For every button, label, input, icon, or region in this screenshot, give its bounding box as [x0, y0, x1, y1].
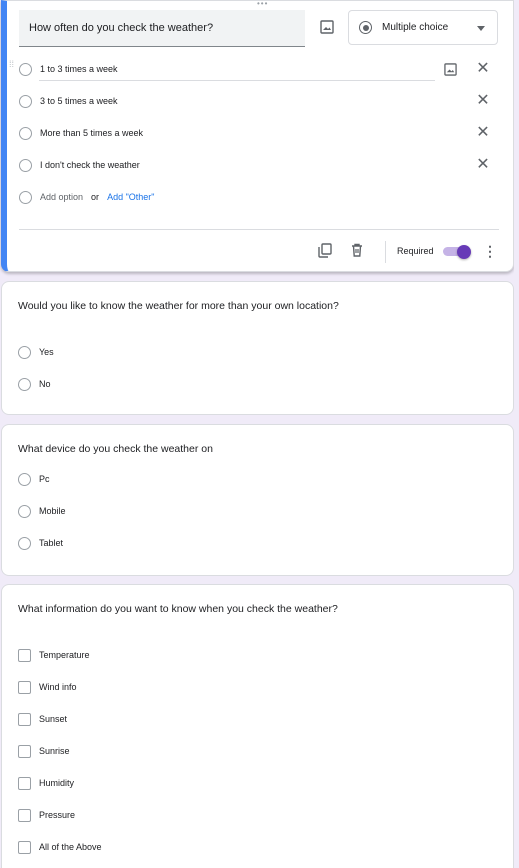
- question-type-label: Multiple choice: [382, 22, 449, 33]
- choice-row[interactable]: Yes: [18, 345, 54, 359]
- choice-label: Pc: [39, 474, 50, 484]
- option-image-icon[interactable]: [440, 59, 460, 79]
- choice-label: Tablet: [39, 538, 64, 548]
- add-option-row[interactable]: Add option or Add "Other": [19, 187, 154, 207]
- radio-icon: [19, 62, 32, 76]
- add-other-link[interactable]: Add "Other": [107, 192, 154, 202]
- duplicate-icon[interactable]: [315, 240, 335, 260]
- radio-icon: [19, 126, 32, 140]
- option-row[interactable]: 1 to 3 times a week: [19, 59, 118, 79]
- choice-row[interactable]: Wind info: [18, 680, 77, 694]
- choice-row[interactable]: Tablet: [18, 536, 63, 550]
- choice-row[interactable]: Sunset: [18, 712, 67, 726]
- radio-icon[interactable]: [18, 504, 31, 518]
- radio-icon[interactable]: [18, 536, 31, 550]
- choice-label: Sunset: [39, 714, 68, 724]
- radio-icon: [19, 94, 32, 108]
- footer-vertical-divider: [385, 241, 386, 263]
- choice-row[interactable]: Pressure: [18, 808, 75, 822]
- radio-icon[interactable]: [18, 472, 31, 486]
- choice-row[interactable]: No: [18, 377, 51, 391]
- footer-divider: [19, 229, 499, 230]
- choice-label: Wind info: [39, 682, 77, 692]
- question-title: Would you like to know the weather for m…: [18, 300, 339, 312]
- required-label: Required: [397, 246, 434, 256]
- radio-icon: [19, 190, 32, 204]
- option-row[interactable]: I don't check the weather: [19, 155, 140, 175]
- checkbox-icon[interactable]: [18, 776, 31, 790]
- question-title-input[interactable]: How often do you check the weather?: [19, 10, 305, 47]
- radio-icon[interactable]: [18, 345, 31, 359]
- drag-dots-icon[interactable]: •••: [257, 0, 271, 8]
- choice-label: No: [39, 379, 51, 389]
- choice-label: Sunrise: [39, 746, 70, 756]
- more-options-icon[interactable]: ⋮: [483, 243, 497, 259]
- add-image-icon[interactable]: [317, 17, 337, 37]
- remove-option-icon[interactable]: ✕: [476, 157, 490, 173]
- choice-label: Mobile: [39, 506, 66, 516]
- option-drag-handle-icon[interactable]: ⁞⁞: [9, 60, 15, 76]
- right-edge: [514, 0, 519, 868]
- required-toggle[interactable]: [443, 245, 471, 259]
- active-question-card[interactable]: ••• How often do you check the weather? …: [1, 0, 514, 272]
- question-type-select[interactable]: Multiple choice: [348, 10, 498, 45]
- option-label[interactable]: 1 to 3 times a week: [40, 64, 118, 74]
- checkbox-icon[interactable]: [18, 840, 31, 854]
- option-label[interactable]: I don't check the weather: [40, 160, 140, 170]
- choice-row[interactable]: Pc: [18, 472, 50, 486]
- option-row[interactable]: More than 5 times a week: [19, 123, 143, 143]
- choice-label: All of the Above: [39, 842, 102, 852]
- checkbox-icon[interactable]: [18, 808, 31, 822]
- option-row[interactable]: 3 to 5 times a week: [19, 91, 118, 111]
- question-card[interactable]: Would you like to know the weather for m…: [1, 281, 514, 415]
- question-card[interactable]: What information do you want to know whe…: [1, 584, 514, 868]
- option-label[interactable]: 3 to 5 times a week: [40, 96, 118, 106]
- choice-row[interactable]: Sunrise: [18, 744, 70, 758]
- question-card[interactable]: What device do you check the weather on …: [1, 424, 514, 576]
- remove-option-icon[interactable]: ✕: [476, 125, 490, 141]
- toggle-thumb: [457, 245, 471, 259]
- radio-icon[interactable]: [18, 377, 31, 391]
- choice-row[interactable]: Humidity: [18, 776, 74, 790]
- choice-row[interactable]: Temperature: [18, 648, 90, 662]
- checkbox-icon[interactable]: [18, 680, 31, 694]
- choice-label: Yes: [39, 347, 54, 357]
- radio-icon: [19, 158, 32, 172]
- choice-row[interactable]: Mobile: [18, 504, 66, 518]
- checkbox-icon[interactable]: [18, 744, 31, 758]
- chevron-down-icon: [477, 26, 485, 31]
- remove-option-icon[interactable]: ✕: [476, 93, 490, 109]
- checkbox-icon[interactable]: [18, 712, 31, 726]
- choice-label: Pressure: [39, 810, 76, 820]
- question-title: What information do you want to know whe…: [18, 603, 338, 615]
- remove-option-icon[interactable]: ✕: [476, 61, 490, 77]
- or-text: or: [91, 192, 100, 202]
- option-label[interactable]: More than 5 times a week: [40, 128, 143, 138]
- delete-icon[interactable]: [347, 240, 367, 260]
- option-underline: [39, 80, 435, 81]
- checkbox-icon[interactable]: [18, 648, 31, 662]
- choice-label: Temperature: [39, 650, 90, 660]
- radio-type-icon: [359, 21, 372, 34]
- choice-row[interactable]: All of the Above: [18, 840, 102, 854]
- question-title: What device do you check the weather on: [18, 443, 213, 455]
- choice-label: Humidity: [39, 778, 75, 788]
- add-option-link[interactable]: Add option: [40, 192, 83, 202]
